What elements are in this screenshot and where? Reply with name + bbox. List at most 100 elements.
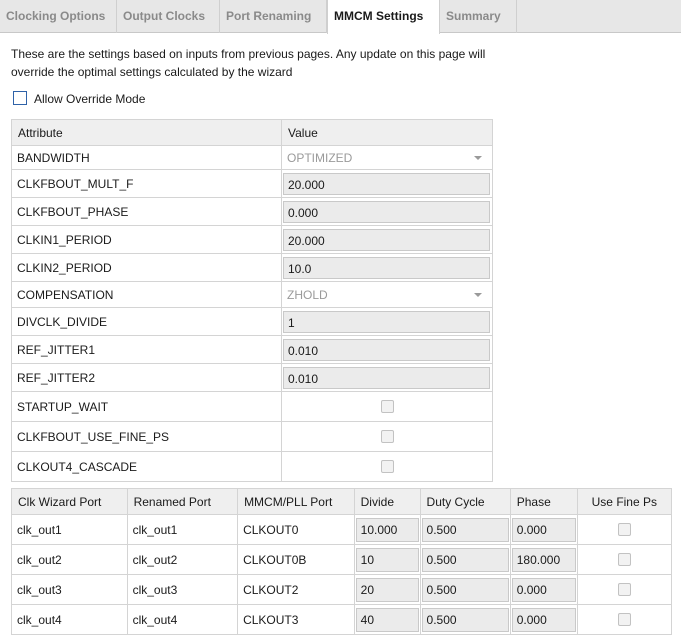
value-cell: OPTIMIZED — [281, 145, 493, 170]
table-row: COMPENSATION ZHOLD — [11, 281, 493, 308]
duty-cycle-field[interactable]: 0.500 — [421, 577, 509, 602]
intro-text: These are the settings based on inputs f… — [11, 47, 486, 79]
ref-jitter1-field[interactable]: 0.010 — [283, 338, 490, 361]
table-row: clk_out1 clk_out1 CLKOUT0 10.000 0.500 0… — [11, 514, 673, 545]
wizard-port-cell: clk_out1 — [11, 514, 128, 545]
phase-cell: 0.000 — [509, 574, 578, 605]
duty-cycle-cell: 0.500 — [419, 514, 511, 545]
divide-field[interactable]: 10.000 — [355, 517, 419, 542]
clkfbout-use-fine-ps-checkbox[interactable] — [380, 430, 394, 443]
phase-field[interactable]: 0.000 — [511, 607, 576, 632]
use-fine-ps-cell — [576, 544, 673, 575]
divide-cell: 40 — [353, 604, 421, 635]
value-cell: 20.000 — [281, 225, 493, 254]
renamed-port-cell: clk_out3 — [126, 574, 239, 605]
value-column-header: Value — [281, 119, 493, 146]
renamed-port-cell: clk_out1 — [126, 514, 239, 545]
value-cell: ZHOLD — [281, 281, 493, 308]
table-row: clk_out3 clk_out3 CLKOUT2 20 0.500 0.000 — [11, 574, 673, 605]
output-ports-table: Clk Wizard Port Renamed Port MMCM/PLL Po… — [11, 488, 673, 635]
tab-bar: Clocking Options Output Clocks Port Rena… — [0, 0, 681, 34]
use-fine-ps-checkbox[interactable] — [617, 553, 631, 566]
bandwidth-dropdown[interactable]: OPTIMIZED — [283, 147, 490, 169]
divide-cell: 10 — [353, 544, 421, 575]
value-cell: 0.010 — [281, 363, 493, 392]
mmcm-port-cell: CLKOUT0 — [237, 514, 355, 545]
duty-cycle-field[interactable]: 0.500 — [421, 547, 509, 572]
duty-cycle-field[interactable]: 0.500 — [421, 517, 509, 542]
attributes-header-row: Attribute Value — [11, 119, 493, 146]
clkin1-period-field[interactable]: 20.000 — [283, 228, 490, 251]
attribute-name: CLKFBOUT_MULT_F — [11, 169, 282, 198]
attribute-column-header: Attribute — [11, 119, 282, 146]
divide-header: Divide — [353, 488, 421, 515]
divide-field[interactable]: 20 — [355, 577, 419, 602]
value-cell: 20.000 — [281, 169, 493, 198]
table-row: REF_JITTER2 0.010 — [11, 363, 493, 392]
divclk-divide-field[interactable]: 1 — [283, 310, 490, 333]
dropdown-value: OPTIMIZED — [287, 150, 353, 165]
value-cell — [281, 391, 493, 422]
phase-field[interactable]: 0.000 — [511, 517, 576, 542]
mmcm-port-cell: CLKOUT0B — [237, 544, 355, 575]
use-fine-ps-checkbox[interactable] — [617, 613, 631, 626]
phase-cell: 0.000 — [509, 604, 578, 635]
attribute-name: COMPENSATION — [11, 281, 282, 308]
table-row: DIVCLK_DIVIDE 1 — [11, 307, 493, 336]
phase-field[interactable]: 180.000 — [511, 547, 576, 572]
attribute-name: CLKIN2_PERIOD — [11, 253, 282, 282]
value-cell: 0.010 — [281, 335, 493, 364]
override-mode-label: Allow Override Mode — [34, 92, 146, 106]
duty-cycle-field[interactable]: 0.500 — [421, 607, 509, 632]
clkout4-cascade-checkbox[interactable] — [380, 460, 394, 473]
phase-field[interactable]: 0.000 — [511, 577, 576, 602]
phase-header: Phase — [509, 488, 578, 515]
attribute-name: REF_JITTER2 — [11, 363, 282, 392]
clkin2-period-field[interactable]: 10.0 — [283, 256, 490, 279]
renamed-port-cell: clk_out2 — [126, 544, 239, 575]
tab-summary[interactable]: Summary — [440, 0, 517, 33]
attributes-table: Attribute Value BANDWIDTH OPTIMIZED CLKF… — [11, 119, 493, 482]
table-row: CLKFBOUT_PHASE 0.000 — [11, 197, 493, 226]
attribute-name: REF_JITTER1 — [11, 335, 282, 364]
duty-cycle-cell: 0.500 — [419, 574, 511, 605]
chevron-down-icon — [474, 155, 482, 160]
tab-output-clocks[interactable]: Output Clocks — [117, 0, 220, 33]
attribute-name: CLKIN1_PERIOD — [11, 225, 282, 254]
divide-field[interactable]: 10 — [355, 547, 419, 572]
table-row: REF_JITTER1 0.010 — [11, 335, 493, 364]
table-row: CLKFBOUT_USE_FINE_PS — [11, 421, 493, 452]
clkfbout-phase-field[interactable]: 0.000 — [283, 200, 490, 223]
phase-cell: 180.000 — [509, 544, 578, 575]
mmcm-port-cell: CLKOUT2 — [237, 574, 355, 605]
ref-jitter2-field[interactable]: 0.010 — [283, 366, 490, 389]
tab-clocking-options[interactable]: Clocking Options — [0, 0, 117, 33]
divide-cell: 10.000 — [353, 514, 421, 545]
clkfbout-mult-f-field[interactable]: 20.000 — [283, 172, 490, 195]
use-fine-ps-checkbox[interactable] — [617, 583, 631, 596]
phase-cell: 0.000 — [509, 514, 578, 545]
value-cell: 1 — [281, 307, 493, 336]
use-fine-ps-checkbox[interactable] — [617, 523, 631, 536]
table-row: CLKIN1_PERIOD 20.000 — [11, 225, 493, 254]
compensation-dropdown[interactable]: ZHOLD — [283, 284, 490, 306]
table-row: CLKIN2_PERIOD 10.0 — [11, 253, 493, 282]
tab-port-renaming[interactable]: Port Renaming — [220, 0, 327, 33]
attribute-name: DIVCLK_DIVIDE — [11, 307, 282, 336]
divide-cell: 20 — [353, 574, 421, 605]
duty-cycle-cell: 0.500 — [419, 604, 511, 635]
attribute-name: CLKFBOUT_USE_FINE_PS — [11, 421, 282, 452]
table-row: clk_out4 clk_out4 CLKOUT3 40 0.500 0.000 — [11, 604, 673, 635]
clk-wizard-port-header: Clk Wizard Port — [11, 488, 128, 515]
tab-mmcm-settings[interactable]: MMCM Settings — [327, 0, 440, 34]
ports-header-row: Clk Wizard Port Renamed Port MMCM/PLL Po… — [11, 488, 673, 515]
attribute-name: CLKFBOUT_PHASE — [11, 197, 282, 226]
table-row: CLKFBOUT_MULT_F 20.000 — [11, 169, 493, 198]
divide-field[interactable]: 40 — [355, 607, 419, 632]
value-cell: 10.0 — [281, 253, 493, 282]
mmcm-pll-port-header: MMCM/PLL Port — [237, 488, 355, 515]
value-cell: 0.000 — [281, 197, 493, 226]
startup-wait-checkbox[interactable] — [380, 400, 394, 413]
override-mode-checkbox[interactable] — [13, 91, 27, 105]
use-fine-ps-header: Use Fine Ps — [576, 488, 673, 515]
